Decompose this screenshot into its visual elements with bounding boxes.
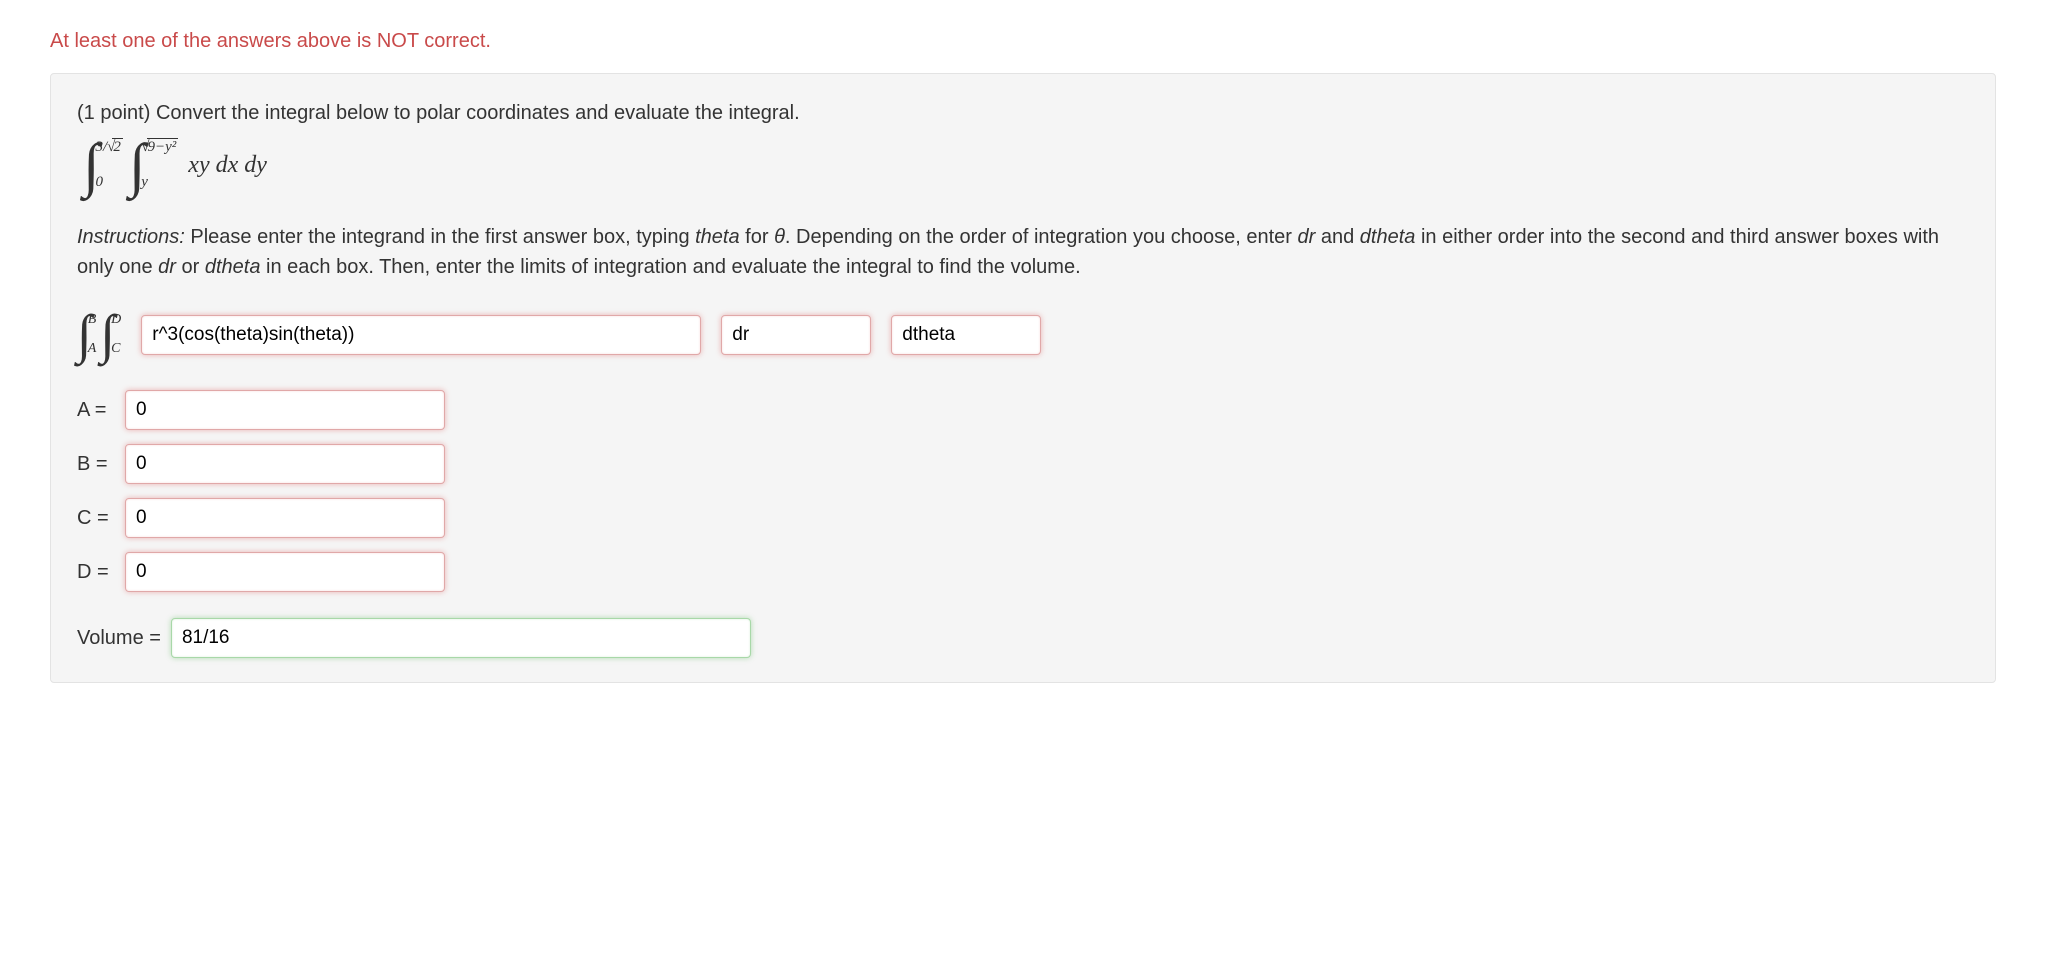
integral-symbol: ∫ bbox=[83, 141, 99, 189]
d2-input[interactable] bbox=[891, 315, 1041, 355]
B-input[interactable] bbox=[125, 444, 445, 484]
error-message: At least one of the answers above is NOT… bbox=[50, 30, 1996, 53]
problem-prompt: (1 point) Convert the integral below to … bbox=[77, 98, 1969, 128]
instructions-text: Instructions: Please enter the integrand… bbox=[77, 222, 1969, 282]
integrand: xy dx dy bbox=[188, 152, 267, 179]
d1-input[interactable] bbox=[721, 315, 871, 355]
volume-label: Volume = bbox=[77, 627, 161, 650]
integral-symbol: ∫ bbox=[100, 313, 115, 356]
answer-integral-row: ∫ B A ∫ D C bbox=[77, 310, 1969, 360]
problem-panel: (1 point) Convert the integral below to … bbox=[50, 73, 1996, 683]
outer-lower-bound: 0 bbox=[95, 174, 122, 191]
inner-upper-bound: √9−y² bbox=[141, 138, 178, 156]
integral-expression: ∫ 3/√2 0 ∫ √9−y² y xy dx dy bbox=[83, 136, 1969, 194]
points-label: (1 point) bbox=[77, 102, 150, 124]
limits-block: A = B = C = D = bbox=[77, 390, 1969, 592]
B-label: B = bbox=[77, 453, 125, 476]
volume-row: Volume = bbox=[77, 618, 1969, 658]
A-label: A = bbox=[77, 399, 125, 422]
A-input[interactable] bbox=[125, 390, 445, 430]
inner-lower-bound: y bbox=[141, 174, 178, 191]
outer-upper-bound: 3/√2 bbox=[95, 138, 122, 156]
D-label: D = bbox=[77, 561, 125, 584]
integrand-input[interactable] bbox=[141, 315, 701, 355]
integral-symbol: ∫ bbox=[129, 141, 145, 189]
C-label: C = bbox=[77, 507, 125, 530]
instructions-label: Instructions: bbox=[77, 226, 185, 248]
volume-input[interactable] bbox=[171, 618, 751, 658]
prompt-text: Convert the integral below to polar coor… bbox=[156, 102, 800, 124]
D-input[interactable] bbox=[125, 552, 445, 592]
C-input[interactable] bbox=[125, 498, 445, 538]
integral-symbol: ∫ bbox=[77, 313, 92, 356]
